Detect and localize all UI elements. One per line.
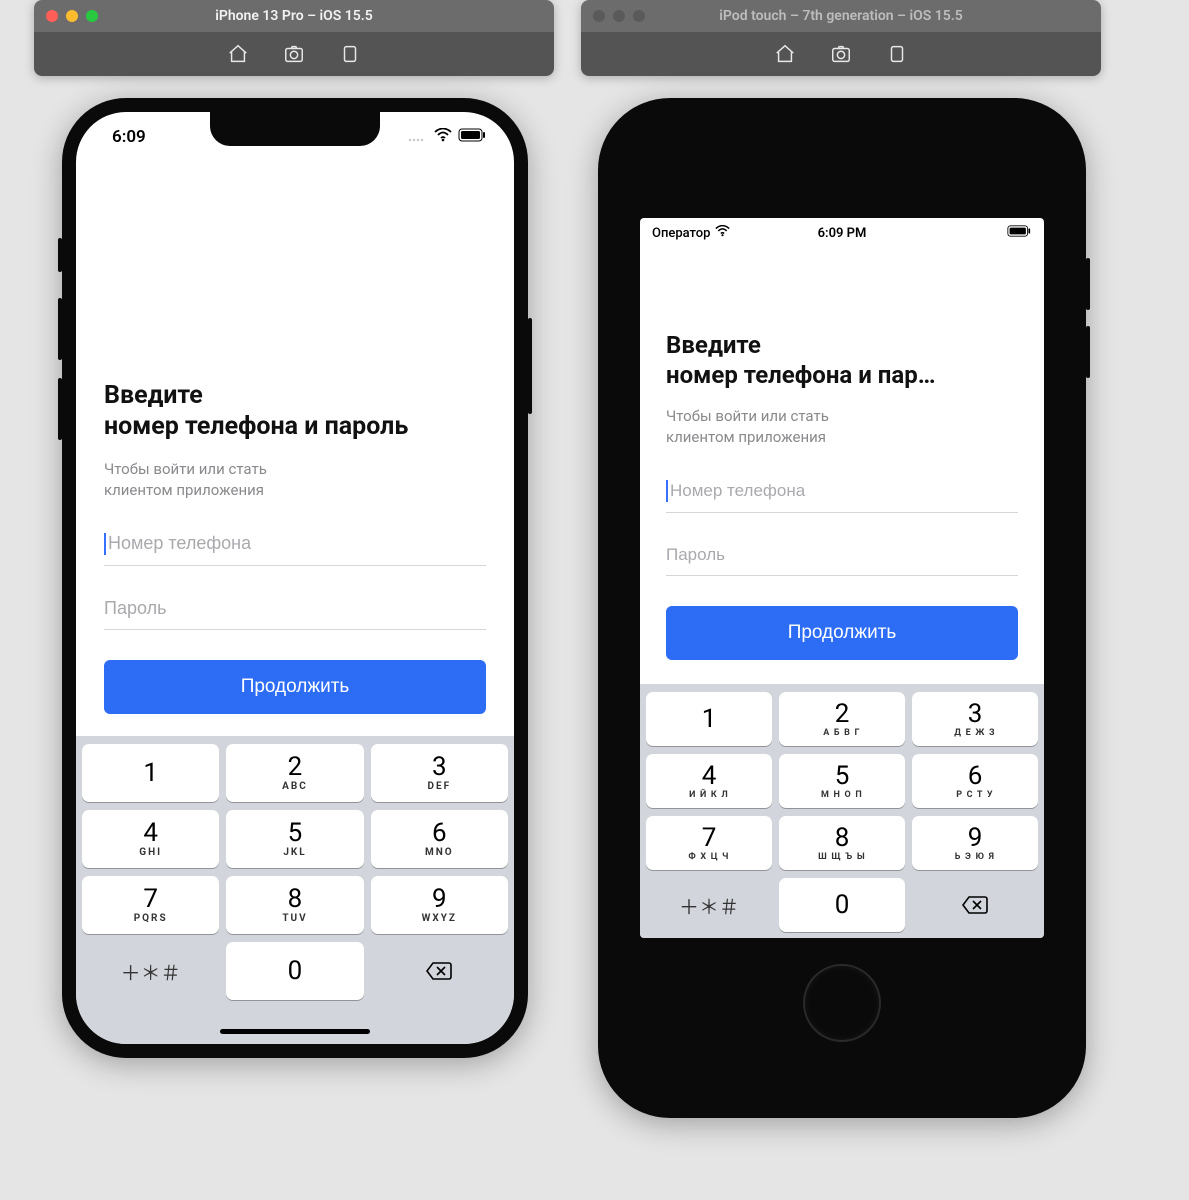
phone-input[interactable] bbox=[670, 481, 1018, 501]
device-ipod-touch: Оператор 6:09 PM Введите номер телефона … bbox=[598, 98, 1086, 1118]
keypad-key-5[interactable]: 5JKL bbox=[226, 810, 363, 868]
close-window-button[interactable] bbox=[46, 10, 58, 22]
numeric-keypad: 12А Б В Г3Д Е Ж З 4И Й К Л5М Н О П6Р С Т … bbox=[640, 684, 1044, 938]
password-field-container bbox=[666, 539, 1018, 576]
home-button[interactable] bbox=[803, 964, 881, 1042]
window-traffic-lights bbox=[46, 10, 98, 22]
simulator-window-left: iPhone 13 Pro – iOS 15.5 bbox=[34, 0, 554, 76]
backspace-key[interactable] bbox=[912, 878, 1038, 932]
keypad-key-2[interactable]: 2ABC bbox=[226, 744, 363, 802]
home-icon[interactable] bbox=[226, 42, 250, 66]
display-notch bbox=[210, 112, 380, 146]
login-form: Введите номер телефона и пароль Чтобы во… bbox=[76, 380, 514, 714]
password-input[interactable] bbox=[104, 598, 486, 619]
text-cursor bbox=[666, 480, 668, 502]
zoom-window-button[interactable] bbox=[633, 10, 645, 22]
window-titlebar[interactable]: iPod touch – 7th generation – iOS 15.5 bbox=[581, 0, 1101, 32]
close-window-button[interactable] bbox=[593, 10, 605, 22]
keypad-key-4[interactable]: 4И Й К Л bbox=[646, 754, 772, 808]
screenshot-icon[interactable] bbox=[282, 42, 306, 66]
keypad-key-7[interactable]: 7Ф Х Ц Ч bbox=[646, 816, 772, 870]
rotate-icon[interactable] bbox=[885, 42, 909, 66]
window-title: iPod touch – 7th generation – iOS 15.5 bbox=[581, 8, 1101, 24]
home-icon[interactable] bbox=[773, 42, 797, 66]
phone-input[interactable] bbox=[108, 533, 486, 554]
numeric-keypad: 12ABC3DEF 4GHI5JKL6MNO 7PQRS8TUV9WXYZ ＋＊＃0 bbox=[76, 736, 514, 1044]
window-traffic-lights bbox=[593, 10, 645, 22]
minimize-window-button[interactable] bbox=[613, 10, 625, 22]
battery-icon bbox=[458, 127, 486, 147]
device-screen: Оператор 6:09 PM Введите номер телефона … bbox=[640, 218, 1044, 938]
keypad-key-8[interactable]: 8TUV bbox=[226, 876, 363, 934]
password-field-container bbox=[104, 592, 486, 630]
keypad-key-6[interactable]: 6Р С Т У bbox=[912, 754, 1038, 808]
window-title: iPhone 13 Pro – iOS 15.5 bbox=[34, 8, 554, 24]
wifi-icon bbox=[434, 127, 452, 147]
page-title: Введите номер телефона и пар… bbox=[666, 330, 1018, 390]
text-cursor bbox=[104, 533, 106, 555]
keypad-key-7[interactable]: 7PQRS bbox=[82, 876, 219, 934]
volume-up-button[interactable] bbox=[1086, 258, 1090, 310]
volume-down-button[interactable] bbox=[1086, 326, 1090, 378]
page-subtitle: Чтобы войти или стать клиентом приложени… bbox=[104, 459, 486, 501]
volume-down-button[interactable] bbox=[58, 378, 62, 440]
login-form: Введите номер телефона и пар… Чтобы войт… bbox=[640, 330, 1044, 660]
page-title: Введите номер телефона и пароль bbox=[104, 380, 486, 443]
keypad-key-3[interactable]: 3DEF bbox=[371, 744, 508, 802]
keypad-key-1[interactable]: 1 bbox=[82, 744, 219, 802]
keypad-key-2[interactable]: 2А Б В Г bbox=[779, 692, 905, 746]
simulator-window-right: iPod touch – 7th generation – iOS 15.5 bbox=[581, 0, 1101, 76]
keypad-key-5[interactable]: 5М Н О П bbox=[779, 754, 905, 808]
minimize-window-button[interactable] bbox=[66, 10, 78, 22]
zoom-window-button[interactable] bbox=[86, 10, 98, 22]
page-subtitle: Чтобы войти или стать клиентом приложени… bbox=[666, 406, 1018, 448]
keypad-key-0[interactable]: 0 bbox=[226, 942, 363, 1000]
phone-field-container bbox=[104, 527, 486, 566]
keypad-key-3[interactable]: 3Д Е Ж З bbox=[912, 692, 1038, 746]
home-indicator[interactable] bbox=[220, 1029, 370, 1034]
keypad-key-4[interactable]: 4GHI bbox=[82, 810, 219, 868]
keypad-key-8[interactable]: 8Ш Щ Ъ Ы bbox=[779, 816, 905, 870]
continue-button[interactable]: Продолжить bbox=[104, 660, 486, 714]
keypad-key-9[interactable]: 9WXYZ bbox=[371, 876, 508, 934]
simulator-toolbar bbox=[34, 32, 554, 76]
cell-signal-icon bbox=[408, 127, 428, 147]
status-bar: Оператор 6:09 PM bbox=[640, 218, 1044, 248]
mute-switch[interactable] bbox=[58, 238, 62, 272]
simulator-toolbar bbox=[581, 32, 1101, 76]
window-titlebar[interactable]: iPhone 13 Pro – iOS 15.5 bbox=[34, 0, 554, 32]
keypad-key-6[interactable]: 6MNO bbox=[371, 810, 508, 868]
phone-field-container bbox=[666, 474, 1018, 513]
device-screen: 6:09 Введите номер телефона и пароль Что… bbox=[76, 112, 514, 1044]
password-input[interactable] bbox=[666, 545, 1018, 565]
backspace-key[interactable] bbox=[371, 942, 508, 1000]
keypad-symbols-key[interactable]: ＋＊＃ bbox=[82, 942, 219, 1000]
keypad-symbols-key[interactable]: ＋＊＃ bbox=[646, 878, 772, 932]
device-iphone13pro: 6:09 Введите номер телефона и пароль Что… bbox=[62, 98, 528, 1058]
keypad-key-1[interactable]: 1 bbox=[646, 692, 772, 746]
rotate-icon[interactable] bbox=[338, 42, 362, 66]
volume-up-button[interactable] bbox=[58, 298, 62, 360]
keypad-key-0[interactable]: 0 bbox=[779, 878, 905, 932]
status-time: 6:09 bbox=[112, 127, 146, 147]
screenshot-icon[interactable] bbox=[829, 42, 853, 66]
status-time: 6:09 PM bbox=[640, 226, 1044, 241]
continue-button[interactable]: Продолжить bbox=[666, 606, 1018, 660]
keypad-key-9[interactable]: 9Ь Э Ю Я bbox=[912, 816, 1038, 870]
power-button[interactable] bbox=[528, 318, 532, 414]
